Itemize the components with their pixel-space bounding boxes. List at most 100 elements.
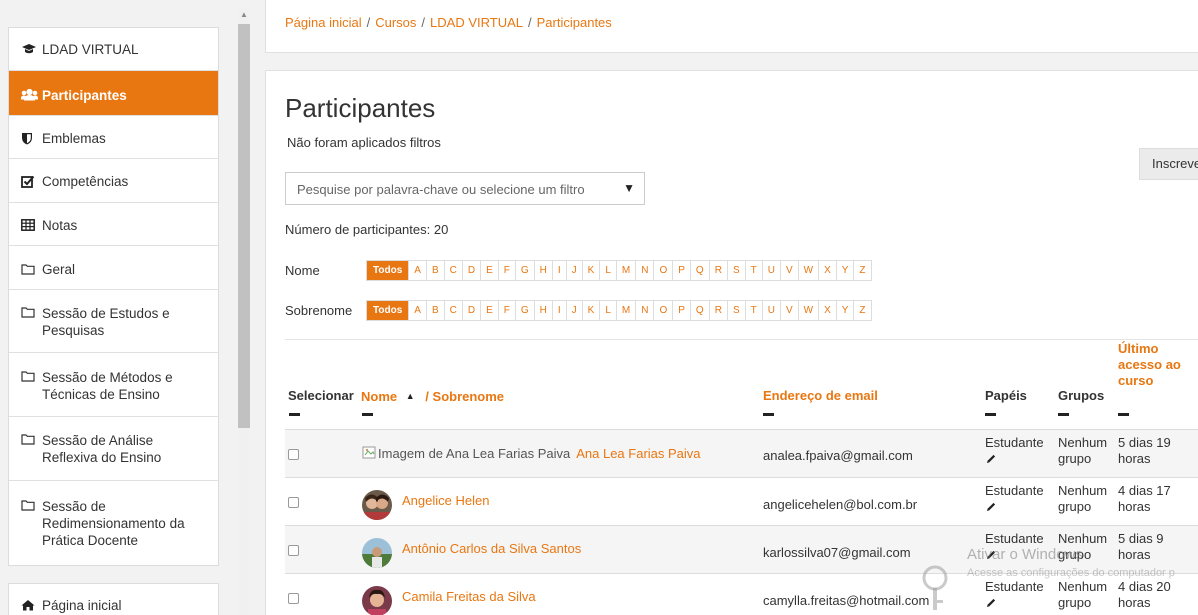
caret-down-icon[interactable]: ▼ — [623, 181, 635, 195]
initial-letter[interactable]: O — [653, 261, 672, 280]
row-select-checkbox[interactable] — [288, 593, 299, 604]
avatar[interactable] — [362, 586, 392, 615]
initial-letter[interactable]: F — [497, 261, 515, 280]
pencil-icon[interactable] — [985, 597, 997, 609]
sidebar-item-participants[interactable]: Participantes — [9, 71, 218, 116]
sidebar-scrollbar[interactable]: ▲ — [238, 8, 250, 615]
row-select-checkbox[interactable] — [288, 497, 299, 508]
participant-name[interactable]: Ana Lea Farias Paiva — [576, 446, 700, 461]
collapse-column-icon[interactable] — [289, 413, 300, 416]
search-filter-input[interactable]: Pesquise por palavra-chave ou selecione … — [285, 172, 645, 205]
initial-letter[interactable]: S — [726, 301, 745, 320]
initial-letter[interactable]: G — [514, 261, 534, 280]
initial-letter[interactable]: L — [599, 261, 616, 280]
column-header-last-access[interactable]: Último acesso ao curso — [1118, 341, 1181, 389]
initial-letter[interactable]: X — [818, 301, 836, 320]
initial-letter[interactable]: I — [551, 301, 566, 320]
sidebar-item-general[interactable]: Geral — [9, 246, 218, 290]
avatar[interactable] — [362, 490, 392, 520]
initial-letter[interactable]: H — [533, 261, 552, 280]
initial-letter[interactable]: P — [672, 301, 690, 320]
breadcrumb-home[interactable]: Página inicial — [285, 15, 362, 30]
breadcrumb-participants[interactable]: Participantes — [537, 15, 612, 30]
sort-by-name[interactable]: Nome — [361, 389, 397, 404]
breadcrumb-course[interactable]: LDAD VIRTUAL — [430, 15, 523, 30]
sort-by-surname[interactable]: / Sobrenome — [425, 389, 504, 404]
initial-letter[interactable]: N — [635, 261, 653, 280]
scrollbar-thumb[interactable] — [238, 24, 250, 428]
initial-letter[interactable]: H — [533, 301, 552, 320]
initial-letter[interactable]: E — [480, 261, 498, 280]
initial-letter[interactable]: J — [565, 261, 582, 280]
participant-link[interactable]: Imagem de Ana Lea Farias Paiva Ana Lea F… — [362, 445, 701, 461]
initial-letter[interactable]: M — [615, 301, 635, 320]
collapse-column-icon[interactable] — [763, 413, 774, 416]
initial-letter[interactable]: Y — [835, 261, 854, 280]
scroll-up-icon[interactable]: ▲ — [240, 10, 248, 19]
initial-letter[interactable]: B — [425, 301, 444, 320]
pencil-icon[interactable] — [985, 501, 997, 513]
initial-letter[interactable]: D — [461, 301, 480, 320]
initial-letter[interactable]: M — [615, 261, 635, 280]
initial-all[interactable]: Todos — [367, 261, 409, 280]
initial-letter[interactable]: R — [708, 261, 727, 280]
initial-letter[interactable]: Q — [689, 301, 709, 320]
participant-name[interactable]: Antônio Carlos da Silva Santos — [402, 541, 581, 557]
collapse-column-icon[interactable] — [985, 413, 996, 416]
initial-letter[interactable]: C — [443, 301, 462, 320]
pencil-icon[interactable] — [985, 453, 997, 465]
initial-letter[interactable]: J — [565, 301, 582, 320]
initial-all[interactable]: Todos — [367, 301, 409, 320]
sidebar-item-competencies[interactable]: Competências — [9, 159, 218, 203]
sidebar-item-grades[interactable]: Notas — [9, 203, 218, 246]
initial-letter[interactable]: V — [779, 301, 798, 320]
initial-letter[interactable]: T — [744, 301, 762, 320]
collapse-column-icon[interactable] — [1058, 413, 1069, 416]
initial-letter[interactable]: Z — [853, 301, 870, 320]
initial-letter[interactable]: K — [581, 301, 600, 320]
breadcrumb-courses[interactable]: Cursos — [375, 15, 416, 30]
initial-letter[interactable]: C — [443, 261, 462, 280]
initial-letter[interactable]: S — [726, 261, 745, 280]
avatar[interactable] — [362, 538, 392, 568]
column-header-name[interactable]: Nome ▲ / Sobrenome — [361, 388, 504, 405]
initial-letter[interactable]: X — [818, 261, 836, 280]
initial-letter[interactable]: F — [497, 301, 515, 320]
initial-letter[interactable]: U — [761, 261, 780, 280]
initial-letter[interactable]: W — [797, 301, 818, 320]
initial-letter[interactable]: U — [761, 301, 780, 320]
collapse-column-icon[interactable] — [1118, 413, 1129, 416]
sidebar-item-session-methods[interactable]: Sessão de Métodos e Técnicas de Ensino — [9, 353, 218, 417]
initial-letter[interactable]: R — [708, 301, 727, 320]
initial-letter[interactable]: Z — [853, 261, 870, 280]
initial-letter[interactable]: W — [797, 261, 818, 280]
initial-letter[interactable]: B — [425, 261, 444, 280]
row-select-checkbox[interactable] — [288, 449, 299, 460]
sidebar-item-session-analysis[interactable]: Sessão de Análise Reflexiva do Ensino — [9, 417, 218, 481]
initial-letter[interactable]: G — [514, 301, 534, 320]
initial-letter[interactable]: T — [744, 261, 762, 280]
participant-name[interactable]: Camila Freitas da Silva — [402, 589, 536, 605]
initial-letter[interactable]: I — [551, 261, 566, 280]
sidebar-item-session-studies[interactable]: Sessão de Estudos e Pesquisas — [9, 290, 218, 353]
initial-letter[interactable]: E — [480, 301, 498, 320]
initial-letter[interactable]: D — [461, 261, 480, 280]
sidebar-item-session-resizing[interactable]: Sessão de Redimensionamento da Prática D… — [9, 481, 218, 565]
row-select-checkbox[interactable] — [288, 545, 299, 556]
initial-letter[interactable]: Q — [689, 261, 709, 280]
enroll-users-button[interactable]: Inscreve — [1139, 148, 1198, 180]
sidebar-item-badges[interactable]: Emblemas — [9, 116, 218, 159]
participant-name[interactable]: Angelice Helen — [402, 493, 489, 509]
initial-letter[interactable]: P — [672, 261, 690, 280]
initial-letter[interactable]: Y — [835, 301, 854, 320]
initial-letter[interactable]: N — [635, 301, 653, 320]
initial-letter[interactable]: A — [408, 301, 426, 320]
initial-letter[interactable]: L — [599, 301, 616, 320]
collapse-column-icon[interactable] — [362, 413, 373, 416]
sidebar-item-course[interactable]: LDAD VIRTUAL — [9, 28, 218, 71]
initial-letter[interactable]: K — [581, 261, 600, 280]
column-header-email[interactable]: Endereço de email — [763, 388, 878, 404]
initial-letter[interactable]: V — [779, 261, 798, 280]
initial-letter[interactable]: A — [408, 261, 426, 280]
initial-letter[interactable]: O — [653, 301, 672, 320]
